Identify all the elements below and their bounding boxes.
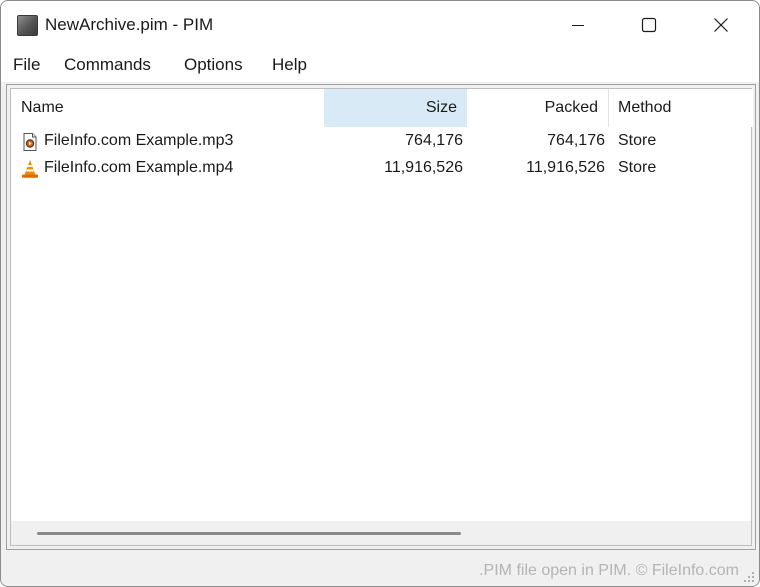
pim-archive-icon [17, 15, 38, 36]
file-method: Store [618, 159, 657, 176]
column-header-packed[interactable]: Packed [467, 89, 609, 127]
maximize-button[interactable] [613, 1, 685, 49]
resize-grip-icon[interactable] [742, 570, 756, 584]
file-size: 11,916,526 [384, 159, 463, 176]
window-title: NewArchive.pim - PIM [45, 15, 214, 34]
mp3-audio-file-icon [23, 133, 37, 151]
app-window: NewArchive.pim - PIM File Commands Optio… [0, 0, 760, 587]
file-packed-size: 11,916,526 [526, 159, 605, 176]
file-method: Store [618, 132, 657, 149]
column-header-size[interactable]: Size [324, 89, 467, 127]
minimize-button[interactable] [542, 1, 614, 49]
column-header-name[interactable]: Name [11, 89, 324, 127]
column-header-method[interactable]: Method [609, 89, 753, 127]
minimize-icon [572, 25, 584, 26]
status-bar: .PIM file open in PIM. © FileInfo.com [1, 554, 759, 586]
title-bar[interactable]: NewArchive.pim - PIM [1, 1, 759, 49]
menu-bar: File Commands Options Help [1, 49, 759, 82]
file-list[interactable]: Name Size Packed Method FileInfo.com Exa… [10, 88, 753, 546]
scrollbar-thumb[interactable] [37, 532, 461, 535]
close-icon [714, 18, 728, 32]
file-size: 764,176 [405, 132, 463, 149]
horizontal-scrollbar[interactable] [11, 521, 751, 545]
maximize-icon [641, 17, 657, 33]
table-row[interactable]: FileInfo.com Example.mp4 11,916,526 11,9… [11, 156, 753, 183]
file-rows: FileInfo.com Example.mp3 764,176 764,176… [11, 129, 753, 183]
close-button[interactable] [685, 1, 757, 49]
menu-file[interactable]: File [13, 55, 40, 75]
menu-help[interactable]: Help [272, 55, 307, 75]
menu-options[interactable]: Options [184, 55, 243, 75]
table-row[interactable]: FileInfo.com Example.mp3 764,176 764,176… [11, 129, 753, 156]
file-packed-size: 764,176 [547, 132, 605, 149]
file-name: FileInfo.com Example.mp4 [44, 159, 234, 176]
status-text: .PIM file open in PIM. © FileInfo.com [479, 562, 739, 579]
file-name: FileInfo.com Example.mp3 [44, 132, 234, 149]
file-list-frame: Name Size Packed Method FileInfo.com Exa… [6, 84, 756, 550]
column-headers: Name Size Packed Method [11, 89, 753, 127]
menu-commands[interactable]: Commands [64, 55, 151, 75]
vlc-cone-icon [22, 160, 38, 178]
